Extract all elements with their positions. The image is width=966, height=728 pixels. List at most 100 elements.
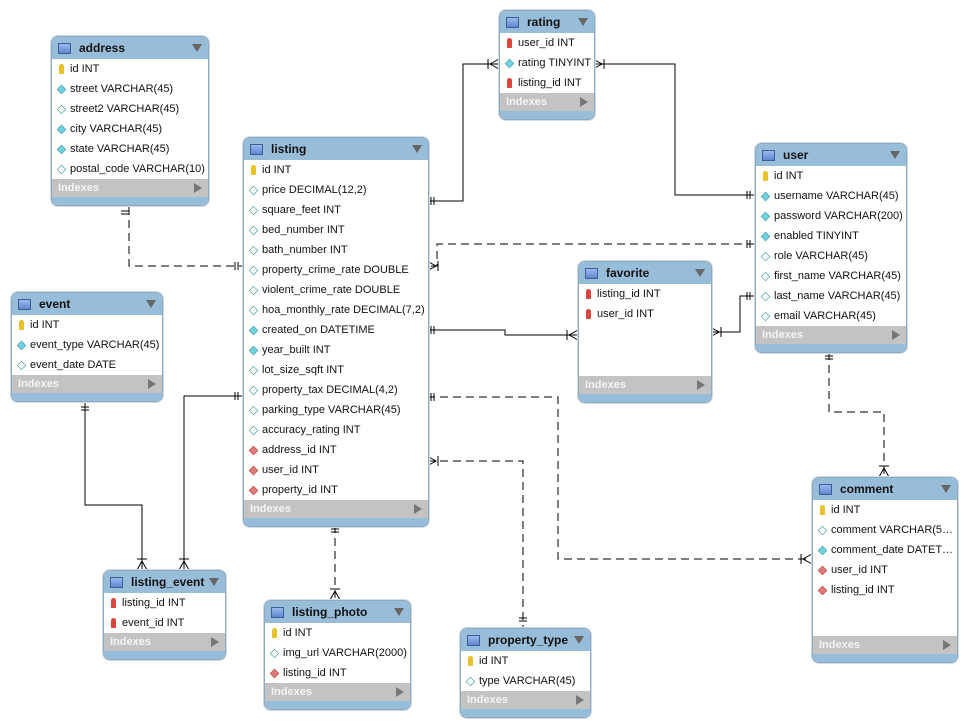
column-row[interactable]: listing_id INT: [500, 73, 594, 93]
column-row[interactable]: id INT: [756, 166, 906, 186]
table-header[interactable]: address: [52, 37, 208, 59]
table-header[interactable]: favorite: [579, 262, 711, 284]
collapse-triangle-icon[interactable]: [209, 578, 219, 586]
table-event[interactable]: event id INT event_type VARCHAR(45) event_d…: [11, 292, 163, 402]
indexes-section[interactable]: Indexes: [461, 691, 590, 709]
table-listing_event[interactable]: listing_event listing_id INT event_id INT I…: [103, 570, 226, 660]
column-row[interactable]: id INT: [12, 315, 162, 335]
column-row[interactable]: event_date DATE: [12, 355, 162, 375]
expand-triangle-icon[interactable]: [414, 504, 422, 514]
column-row[interactable]: street2 VARCHAR(45): [52, 99, 208, 119]
column-row[interactable]: listing_id INT: [104, 593, 225, 613]
column-row[interactable]: username VARCHAR(45): [756, 186, 906, 206]
table-header[interactable]: property_type: [461, 629, 590, 651]
table-user[interactable]: user id INT username VARCHAR(45) password V…: [755, 143, 907, 353]
column-row[interactable]: id INT: [265, 623, 410, 643]
column-row[interactable]: enabled TINYINT: [756, 226, 906, 246]
column-row[interactable]: email VARCHAR(45): [756, 306, 906, 326]
table-header[interactable]: comment: [813, 478, 957, 500]
indexes-section[interactable]: Indexes: [12, 375, 162, 393]
column-row[interactable]: id INT: [461, 651, 590, 671]
column-row[interactable]: violent_crime_rate DOUBLE: [244, 280, 428, 300]
expand-triangle-icon[interactable]: [943, 640, 951, 650]
table-listing[interactable]: listing id INT price DECIMAL(12,2) square_f…: [243, 137, 429, 527]
column-row[interactable]: bath_number INT: [244, 240, 428, 260]
collapse-triangle-icon[interactable]: [192, 44, 202, 52]
column-row[interactable]: property_tax DECIMAL(4,2): [244, 380, 428, 400]
indexes-section[interactable]: Indexes: [265, 683, 410, 701]
table-listing_photo[interactable]: listing_photo id INT img_url VARCHAR(2000)…: [264, 600, 411, 710]
column-row[interactable]: event_type VARCHAR(45): [12, 335, 162, 355]
column-row[interactable]: accuracy_rating INT: [244, 420, 428, 440]
column-row[interactable]: year_built INT: [244, 340, 428, 360]
column-row[interactable]: city VARCHAR(45): [52, 119, 208, 139]
column-row[interactable]: id INT: [244, 160, 428, 180]
table-header[interactable]: user: [756, 144, 906, 166]
expand-triangle-icon[interactable]: [697, 380, 705, 390]
column-row[interactable]: price DECIMAL(12,2): [244, 180, 428, 200]
column-row[interactable]: last_name VARCHAR(45): [756, 286, 906, 306]
column-row[interactable]: id INT: [52, 59, 208, 79]
column-row[interactable]: property_id INT: [244, 480, 428, 500]
column-row[interactable]: square_feet INT: [244, 200, 428, 220]
column-row[interactable]: user_id INT: [579, 304, 711, 324]
collapse-triangle-icon[interactable]: [412, 145, 422, 153]
expand-triangle-icon[interactable]: [194, 183, 202, 193]
collapse-triangle-icon[interactable]: [394, 608, 404, 616]
column-row[interactable]: event_id INT: [104, 613, 225, 633]
column-row[interactable]: rating TINYINT: [500, 53, 594, 73]
expand-triangle-icon[interactable]: [892, 330, 900, 340]
collapse-triangle-icon[interactable]: [146, 300, 156, 308]
table-header[interactable]: listing_event: [104, 571, 225, 593]
collapse-triangle-icon[interactable]: [695, 269, 705, 277]
indexes-section[interactable]: Indexes: [244, 500, 428, 518]
collapse-triangle-icon[interactable]: [578, 18, 588, 26]
column-row[interactable]: hoa_monthly_rate DECIMAL(7,2): [244, 300, 428, 320]
collapse-triangle-icon[interactable]: [941, 485, 951, 493]
column-row[interactable]: street VARCHAR(45): [52, 79, 208, 99]
column-row[interactable]: lot_size_sqft INT: [244, 360, 428, 380]
collapse-triangle-icon[interactable]: [890, 151, 900, 159]
column-row[interactable]: created_on DATETIME: [244, 320, 428, 340]
expand-triangle-icon[interactable]: [211, 637, 219, 647]
column-row[interactable]: address_id INT: [244, 440, 428, 460]
indexes-section[interactable]: Indexes: [579, 376, 711, 394]
table-favorite[interactable]: favorite listing_id INT user_id INT Indexes: [578, 261, 712, 403]
column-row[interactable]: role VARCHAR(45): [756, 246, 906, 266]
column-row[interactable]: postal_code VARCHAR(10): [52, 159, 208, 179]
collapse-triangle-icon[interactable]: [574, 636, 584, 644]
table-header[interactable]: listing_photo: [265, 601, 410, 623]
expand-triangle-icon[interactable]: [396, 687, 404, 697]
indexes-section[interactable]: Indexes: [756, 326, 906, 344]
column-row[interactable]: listing_id INT: [265, 663, 410, 683]
column-row[interactable]: property_crime_rate DOUBLE: [244, 260, 428, 280]
expand-triangle-icon[interactable]: [576, 695, 584, 705]
indexes-section[interactable]: Indexes: [104, 633, 225, 651]
column-row[interactable]: first_name VARCHAR(45): [756, 266, 906, 286]
column-row[interactable]: type VARCHAR(45): [461, 671, 590, 691]
column-row[interactable]: listing_id INT: [813, 580, 957, 600]
column-row[interactable]: comment_date DATET…: [813, 540, 957, 560]
indexes-section[interactable]: Indexes: [500, 93, 594, 111]
table-header[interactable]: event: [12, 293, 162, 315]
table-property_type[interactable]: property_type id INT type VARCHAR(45) Index…: [460, 628, 591, 718]
column-row[interactable]: img_url VARCHAR(2000): [265, 643, 410, 663]
table-comment[interactable]: comment id INT comment VARCHAR(5… comment_d…: [812, 477, 958, 663]
column-row[interactable]: state VARCHAR(45): [52, 139, 208, 159]
indexes-section[interactable]: Indexes: [813, 636, 957, 654]
column-row[interactable]: id INT: [813, 500, 957, 520]
column-row[interactable]: user_id INT: [244, 460, 428, 480]
column-row[interactable]: bed_number INT: [244, 220, 428, 240]
column-row[interactable]: parking_type VARCHAR(45): [244, 400, 428, 420]
indexes-section[interactable]: Indexes: [52, 179, 208, 197]
table-header[interactable]: rating: [500, 11, 594, 33]
expand-triangle-icon[interactable]: [580, 97, 588, 107]
table-header[interactable]: listing: [244, 138, 428, 160]
column-row[interactable]: user_id INT: [813, 560, 957, 580]
column-row[interactable]: password VARCHAR(200): [756, 206, 906, 226]
column-row[interactable]: listing_id INT: [579, 284, 711, 304]
column-row[interactable]: user_id INT: [500, 33, 594, 53]
column-row[interactable]: comment VARCHAR(5…: [813, 520, 957, 540]
expand-triangle-icon[interactable]: [148, 379, 156, 389]
table-address[interactable]: address id INT street VARCHAR(45) street2 V…: [51, 36, 209, 206]
